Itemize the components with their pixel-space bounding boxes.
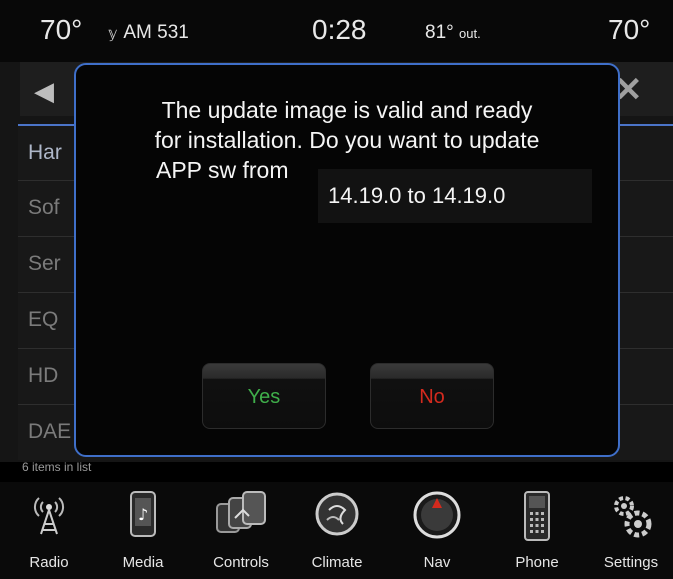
nav-media[interactable]: ♪ Media: [108, 482, 178, 579]
radio-source[interactable]: 𝕪 AM 531: [108, 22, 189, 44]
nav-label: Controls: [213, 554, 269, 571]
nav-settings[interactable]: Settings: [596, 482, 666, 579]
antenna-icon: 𝕪: [108, 25, 118, 42]
version-text: 14.19.0 to 14.19.0: [318, 169, 592, 223]
list-count: 6 items in list: [22, 460, 92, 474]
media-icon: ♪: [127, 490, 159, 545]
status-bar: 70° 𝕪 AM 531 0:28 81° out. 70°: [0, 0, 673, 62]
nav-label: Nav: [423, 554, 451, 571]
radio-station: AM 531: [123, 22, 189, 43]
outside-temp-label: out.: [459, 26, 481, 41]
nav-label: Radio: [29, 554, 69, 571]
nav-controls[interactable]: Controls: [206, 482, 276, 579]
nav-label: Settings: [603, 554, 659, 571]
gears-icon: [606, 490, 656, 545]
yes-label: Yes: [247, 386, 281, 408]
nav-label: Media: [122, 554, 164, 571]
nav-label: Phone: [515, 554, 559, 571]
update-dialog: The update image is valid and ready for …: [74, 63, 620, 457]
bottom-nav: Radio ♪ Media Controls Climate Nav Phone…: [0, 482, 673, 579]
nav-compass-icon: [412, 490, 462, 545]
clock: 0:28: [312, 14, 367, 45]
nav-nav[interactable]: Nav: [402, 482, 472, 579]
nav-label: Climate: [311, 554, 363, 571]
no-button[interactable]: No: [370, 363, 494, 429]
controls-icon: [213, 490, 269, 541]
dialog-line-2: for installation. Do you want to update: [154, 127, 540, 153]
phone-icon: [522, 490, 552, 547]
nav-radio[interactable]: Radio: [14, 482, 84, 579]
no-label: No: [419, 386, 445, 408]
driver-temperature[interactable]: 70°: [40, 14, 82, 46]
svg-text:♪: ♪: [138, 505, 148, 524]
passenger-temperature[interactable]: 70°: [608, 14, 650, 46]
nav-phone[interactable]: Phone: [502, 482, 572, 579]
climate-icon: [313, 490, 361, 543]
back-arrow-icon[interactable]: ◀: [34, 76, 54, 107]
outside-temperature: 81° out.: [425, 22, 481, 44]
outside-temp-value: 81°: [425, 22, 454, 43]
nav-climate[interactable]: Climate: [302, 482, 372, 579]
dialog-line-1: The update image is valid and ready: [161, 97, 533, 123]
radio-tower-icon: [29, 490, 69, 541]
yes-button[interactable]: Yes: [202, 363, 326, 429]
